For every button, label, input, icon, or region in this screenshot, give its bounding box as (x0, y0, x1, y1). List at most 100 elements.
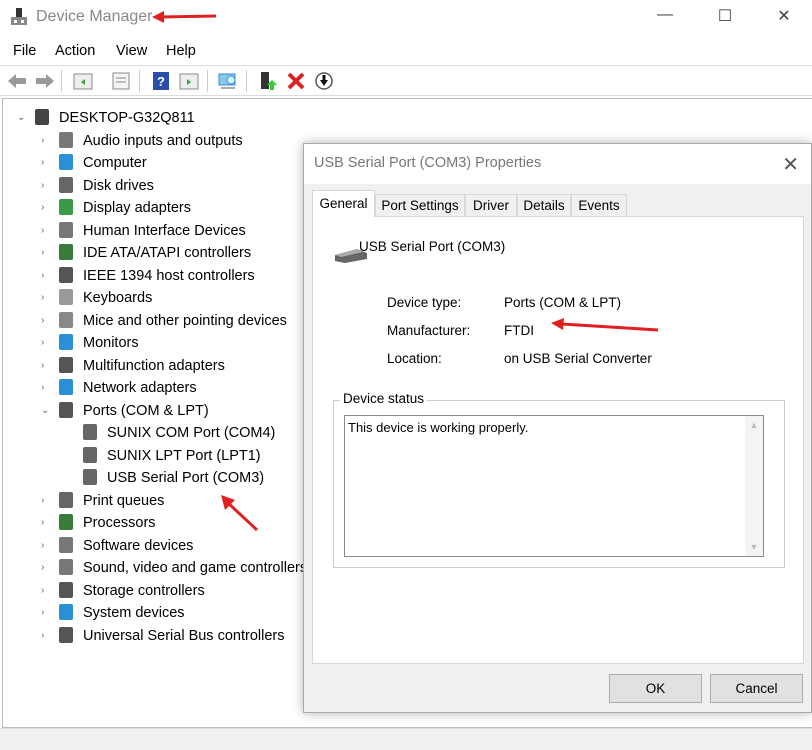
device-type-value: Ports (COM & LPT) (504, 295, 622, 310)
tree-item[interactable]: › Software devices (3, 535, 303, 557)
device-category-icon (59, 581, 73, 598)
menu-file[interactable]: File (13, 43, 36, 59)
tab-driver[interactable]: Driver (465, 194, 517, 217)
tree-item[interactable]: › IEEE 1394 host controllers (3, 265, 303, 287)
tree-item[interactable]: › Display adapters (3, 197, 303, 219)
tree-item-label: System devices (83, 605, 185, 621)
uninstall-icon[interactable] (285, 71, 307, 91)
tree-child-port-item[interactable]: SUNIX COM Port (COM4) (3, 422, 303, 444)
expand-chevron-icon[interactable]: › (41, 490, 51, 512)
expand-chevron-icon[interactable]: › (41, 265, 51, 287)
tree-item-label: SUNIX COM Port (COM4) (107, 425, 276, 441)
ok-button[interactable]: OK (609, 674, 702, 703)
tree-item[interactable]: › Sound, video and game controllers (3, 557, 307, 579)
port-icon (83, 424, 97, 440)
dialog-close-button[interactable]: ✕ (782, 152, 799, 177)
toolbar: ? (0, 65, 812, 96)
device-category-icon (59, 311, 73, 328)
close-button[interactable]: ✕ (769, 6, 799, 30)
location-label: Location: (387, 351, 442, 366)
expand-chevron-icon[interactable]: › (41, 557, 51, 579)
tree-item-label: Processors (83, 515, 156, 531)
show-hide-console-tree-icon[interactable] (72, 71, 94, 91)
port-icon (83, 469, 97, 485)
tree-item[interactable]: › Mice and other pointing devices (3, 310, 303, 332)
tree-child-port-item[interactable]: USB Serial Port (COM3) (3, 467, 303, 489)
tree-item[interactable]: › Network adapters (3, 377, 303, 399)
menu-view[interactable]: View (116, 43, 147, 59)
disable-icon[interactable] (313, 71, 335, 91)
tree-item[interactable]: › System devices (3, 602, 303, 624)
tree-item[interactable]: › Disk drives (3, 175, 303, 197)
collapse-chevron-icon[interactable]: ⌄ (41, 400, 51, 422)
expand-chevron-icon[interactable]: › (41, 580, 51, 602)
tree-item[interactable]: › Storage controllers (3, 580, 303, 602)
tree-item[interactable]: › Processors (3, 512, 303, 534)
tree-item-label: Sound, video and game controllers (83, 560, 308, 576)
collapse-chevron-icon[interactable]: ⌄ (17, 107, 27, 129)
tree-item-label: Network adapters (83, 380, 197, 396)
menu-help[interactable]: Help (166, 43, 196, 59)
expand-chevron-icon[interactable]: › (41, 377, 51, 399)
tab-port-settings[interactable]: Port Settings (375, 194, 465, 217)
tab-general[interactable]: General (312, 190, 375, 217)
manufacturer-value: FTDI (504, 323, 534, 338)
tree-item[interactable]: › Multifunction adapters (3, 355, 303, 377)
update-driver-icon[interactable] (257, 71, 279, 91)
action-pane-icon[interactable] (178, 71, 200, 91)
device-category-icon (59, 559, 73, 575)
expand-chevron-icon[interactable]: › (41, 130, 51, 152)
tree-item-label: Monitors (83, 335, 139, 351)
tab-events[interactable]: Events (571, 194, 627, 217)
tree-child-port-item[interactable]: SUNIX LPT Port (LPT1) (3, 445, 303, 467)
tree-item[interactable]: › Universal Serial Bus controllers (3, 625, 303, 647)
expand-chevron-icon[interactable]: › (41, 512, 51, 534)
menu-action[interactable]: Action (55, 43, 95, 59)
tree-item[interactable]: › Human Interface Devices (3, 220, 303, 242)
device-category-icon (59, 626, 73, 643)
device-category-icon (59, 266, 73, 283)
tree-root[interactable]: ⌄ DESKTOP-G32Q811 (3, 107, 303, 129)
device-category-icon (59, 176, 73, 193)
tree-item-label: Audio inputs and outputs (83, 132, 243, 149)
expand-chevron-icon[interactable]: › (41, 220, 51, 242)
expand-chevron-icon[interactable]: › (41, 197, 51, 219)
scan-hardware-icon[interactable] (217, 71, 239, 91)
device-status-textbox[interactable]: This device is working properly. ▲ ▼ (344, 415, 764, 557)
maximize-button[interactable]: ☐ (710, 6, 740, 30)
expand-chevron-icon[interactable]: › (41, 535, 51, 557)
tree-item[interactable]: › Print queues (3, 490, 303, 512)
tree-item[interactable]: › Monitors (3, 332, 303, 354)
tree-item-label: Print queues (83, 492, 165, 509)
expand-chevron-icon[interactable]: › (41, 310, 51, 332)
tree-item[interactable]: › IDE ATA/ATAPI controllers (3, 242, 303, 264)
device-category-icon (59, 199, 73, 215)
tab-details[interactable]: Details (517, 194, 571, 217)
minimize-button[interactable]: — (650, 6, 680, 30)
tree-item-label: Multifunction adapters (83, 357, 225, 374)
expand-chevron-icon[interactable]: › (41, 242, 51, 264)
tree-item[interactable]: › Audio inputs and outputs (3, 130, 303, 152)
tree-item-label: SUNIX LPT Port (LPT1) (107, 447, 261, 464)
expand-chevron-icon[interactable]: › (41, 152, 51, 174)
properties-icon[interactable] (110, 71, 132, 91)
expand-chevron-icon[interactable]: › (41, 175, 51, 197)
tree-item[interactable]: › Keyboards (3, 287, 303, 309)
cancel-button[interactable]: Cancel (710, 674, 803, 703)
tree-item-label: USB Serial Port (COM3) (107, 470, 265, 486)
expand-chevron-icon[interactable]: › (41, 287, 51, 309)
expand-chevron-icon[interactable]: › (41, 332, 51, 354)
help-icon[interactable]: ? (150, 71, 172, 91)
forward-icon[interactable] (34, 71, 56, 91)
back-icon[interactable] (6, 71, 28, 91)
tree-item[interactable]: › Computer (3, 152, 303, 174)
expand-chevron-icon[interactable]: › (41, 625, 51, 647)
device-category-icon (59, 244, 73, 260)
expand-chevron-icon[interactable]: › (41, 602, 51, 624)
tree-item[interactable]: ⌄ Ports (COM & LPT) (3, 400, 303, 422)
expand-chevron-icon[interactable]: › (41, 355, 51, 377)
tree-item-label: IEEE 1394 host controllers (83, 267, 255, 284)
device-category-icon (59, 131, 73, 148)
device-category-icon (59, 491, 73, 508)
status-scrollbar[interactable]: ▲ ▼ (745, 416, 763, 556)
